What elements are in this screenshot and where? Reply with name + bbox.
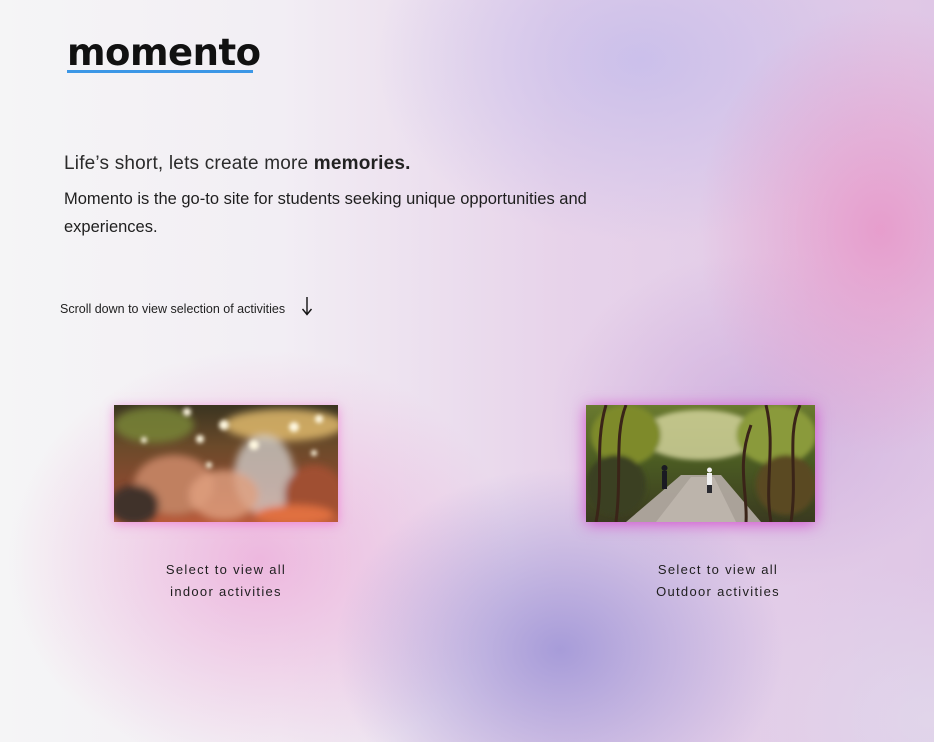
blurred-crowd-bokeh-photo (114, 405, 338, 522)
forest-path-photo (586, 405, 815, 522)
outdoor-caption-line2: Outdoor activities (656, 584, 780, 599)
logo-underline (67, 70, 253, 73)
indoor-activities-card[interactable] (114, 405, 338, 522)
scroll-hint: Scroll down to view selection of activit… (60, 296, 313, 321)
scroll-hint-text: Scroll down to view selection of activit… (60, 301, 286, 316)
hero-tagline: Life’s short, lets create more memories. (64, 153, 411, 175)
outdoor-activities-card[interactable] (586, 405, 815, 522)
hero-description: Momento is the go-to site for students s… (64, 190, 587, 236)
arrow-down-icon (301, 296, 313, 321)
indoor-caption-line1: Select to view all (165, 562, 287, 577)
tagline-emphasis: memories. (313, 153, 411, 174)
tagline-text: Life’s short, lets create more (64, 153, 314, 174)
outdoor-activities-caption[interactable]: Select to view all Outdoor activities (622, 559, 814, 603)
indoor-caption-line2: indoor activities (170, 584, 282, 599)
outdoor-caption-line1: Select to view all (657, 562, 779, 577)
indoor-activities-caption[interactable]: Select to view all indoor activities (130, 559, 322, 603)
brand-logo[interactable]: momento (67, 34, 261, 71)
